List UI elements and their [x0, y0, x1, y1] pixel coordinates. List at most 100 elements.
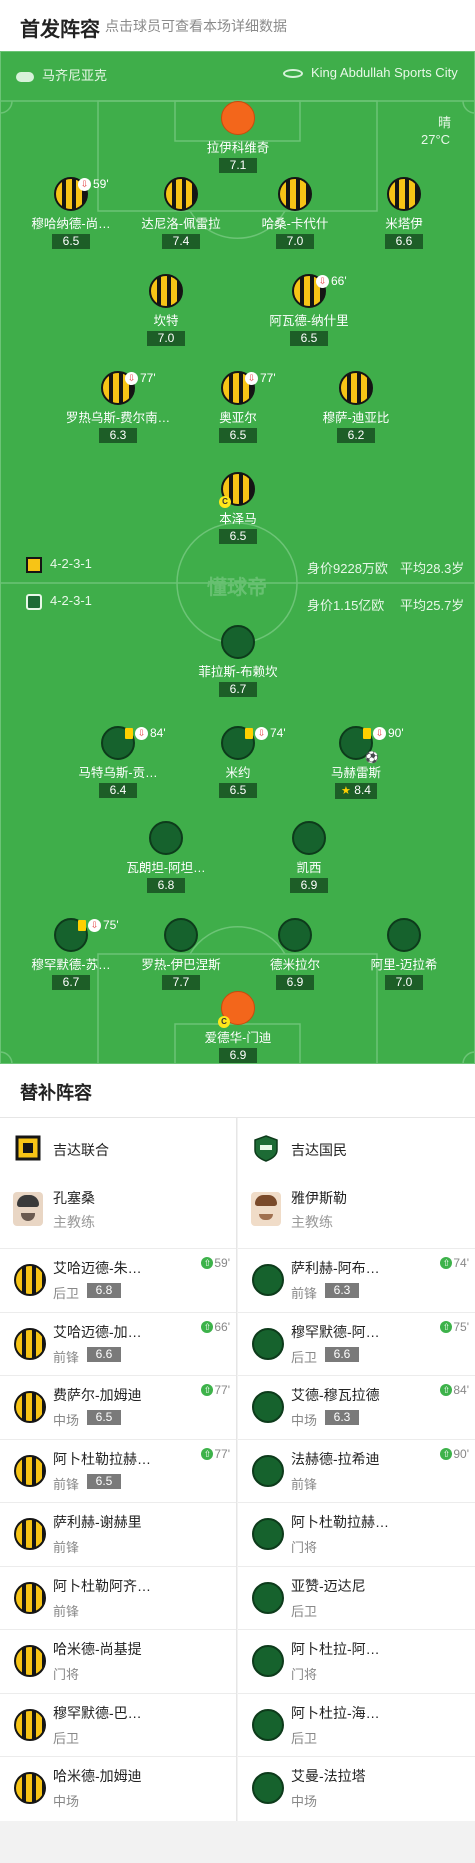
- sub-time: 59': [214, 1256, 230, 1270]
- list-item[interactable]: 艾哈迈德-朱… 后卫 6.8 ⇧ 59': [0, 1249, 236, 1313]
- player-name: 奥亚尔: [219, 411, 257, 425]
- list-item[interactable]: 阿卜杜拉-海… 后卫: [238, 1694, 475, 1757]
- player-marker[interactable]: C 本泽马 6.5: [183, 472, 293, 545]
- player-marker[interactable]: 罗热-伊巴涅斯 7.7: [126, 918, 236, 991]
- player-marker[interactable]: 坎特 7.0: [111, 274, 221, 347]
- player-marker[interactable]: ⇩ 84' 马特乌斯-贡… 6.4: [63, 726, 173, 799]
- substitution-icon: ⇩: [125, 371, 138, 385]
- sub-player-position: 中场: [53, 1413, 80, 1428]
- away-team-name: 吉达国民: [291, 1142, 347, 1158]
- player-rating-badge: ★ 8.4: [335, 783, 377, 799]
- coach-avatar: [13, 1192, 43, 1226]
- player-rating: 6.7: [52, 975, 90, 990]
- list-item[interactable]: 阿卜杜勒拉赫… 前锋 6.5 ⇧ 77': [0, 1440, 236, 1503]
- substitution-icon: ⇩: [135, 726, 148, 740]
- player-name: 穆萨-迪亚比: [322, 411, 390, 425]
- sub-in-icon: ⇧: [440, 1320, 453, 1333]
- player-events: ⇩ 77': [245, 371, 276, 385]
- player-marker[interactable]: 米塔伊 6.6: [349, 177, 459, 250]
- sub-time: 75': [103, 918, 119, 932]
- stadium-info: King Abdullah Sports City: [283, 65, 458, 80]
- away-summary: 4-2-3-1: [26, 593, 92, 610]
- player-marker[interactable]: ⇩ 59' 穆哈纳德-尚… 6.5: [16, 177, 126, 250]
- list-item[interactable]: 穆罕默德-巴… 后卫: [0, 1694, 236, 1757]
- player-marker[interactable]: 菲拉斯-布赖坎 6.7: [183, 625, 293, 698]
- away-subs-column: 吉达国民 雅伊斯勒 主教练 萨利赫-阿布… 前锋 6.3 ⇧ 74' 穆罕默德-阿…: [238, 1118, 475, 1821]
- away-coach-row[interactable]: 雅伊斯勒 主教练: [238, 1178, 475, 1249]
- list-item[interactable]: 萨利赫-谢赫里 前锋: [0, 1503, 236, 1567]
- player-rating: 6.8: [147, 878, 185, 893]
- list-item[interactable]: 费萨尔-加姆迪 中场 6.5 ⇧ 77': [0, 1376, 236, 1440]
- whistle-icon: [16, 71, 34, 82]
- player-name: 穆罕默德-苏…: [31, 958, 111, 972]
- sub-player-position: 后卫: [291, 1349, 318, 1365]
- player-name: 哈桑-卡代什: [261, 217, 329, 231]
- away-badge-icon: [254, 1135, 278, 1162]
- yellow-card-icon: [78, 919, 86, 931]
- player-marker[interactable]: 瓦朗坦-阿坦… 6.8: [111, 821, 221, 894]
- player-shirt: [252, 1391, 284, 1423]
- player-name: 达尼洛-佩雷拉: [141, 217, 221, 231]
- player-marker[interactable]: ⇩ 74' 米约 6.5: [183, 726, 293, 799]
- player-rating: 6.3: [99, 428, 137, 443]
- home-badge-icon: [26, 556, 42, 573]
- home-coach-row[interactable]: 孔塞桑 主教练: [0, 1178, 236, 1249]
- list-item[interactable]: 哈米德-加姆迪 中场: [0, 1757, 236, 1821]
- list-item[interactable]: 哈米德-尚基提 门将: [0, 1630, 236, 1694]
- home-team-row[interactable]: 吉达联合: [0, 1118, 236, 1178]
- player-marker[interactable]: 凯西 6.9: [254, 821, 364, 894]
- sub-player-position: 中场: [291, 1413, 318, 1428]
- list-item[interactable]: 阿卜杜勒阿齐… 前锋: [0, 1567, 236, 1630]
- player-marker[interactable]: ⇩ 75' 穆罕默德-苏… 6.7: [16, 918, 126, 991]
- sub-player-position: 门将: [53, 1667, 80, 1682]
- player-marker[interactable]: 拉伊科维奇 7.1: [183, 101, 293, 174]
- star-icon: ★: [341, 785, 351, 797]
- player-marker[interactable]: ⇩ 90' ⚽ 马赫雷斯 ★ 8.4: [301, 726, 411, 799]
- player-marker[interactable]: ⇩ 77' 罗热乌斯-费尔南… 6.3: [63, 371, 173, 444]
- list-item[interactable]: 阿卜杜勒拉赫… 门将: [238, 1503, 475, 1567]
- player-shirt: [14, 1645, 46, 1677]
- player-name: 拉伊科维奇: [206, 141, 270, 155]
- sub-player-name: 萨利赫-阿布…: [291, 1260, 380, 1276]
- list-item[interactable]: 穆罕默德-阿… 后卫 6.6 ⇧ 75': [238, 1313, 475, 1376]
- player-marker[interactable]: 达尼洛-佩雷拉 7.4: [126, 177, 236, 250]
- player-marker[interactable]: ⇩ 77' 奥亚尔 6.5: [183, 371, 293, 444]
- player-rating: 6.9: [290, 878, 328, 893]
- player-shirt: [252, 1327, 284, 1360]
- substitution-icon: ⇩: [78, 177, 91, 191]
- player-rating: 6.5: [290, 331, 328, 346]
- player-name: 阿瓦德-纳什里: [269, 314, 349, 328]
- player-rating: 7.1: [219, 158, 257, 173]
- player-name: 爱德华-门迪: [204, 1031, 272, 1045]
- list-item[interactable]: 艾曼-法拉塔 中场: [238, 1757, 475, 1821]
- player-marker[interactable]: C 爱德华-门迪 6.9: [183, 991, 293, 1064]
- away-badge-icon: [26, 593, 42, 610]
- player-marker[interactable]: 穆萨-迪亚比 6.2: [301, 371, 411, 444]
- away-team-row[interactable]: 吉达国民: [238, 1118, 475, 1178]
- player-shirt: [252, 1454, 284, 1487]
- sub-time-badge: ⇧ 90': [440, 1447, 469, 1461]
- lineup-title: 首发阵容: [20, 19, 100, 41]
- referee-info: 马齐尼亚克: [16, 65, 107, 84]
- list-item[interactable]: 法赫德-拉希迪 前锋 ⇧ 90': [238, 1440, 475, 1503]
- player-shirt: [149, 821, 183, 855]
- list-item[interactable]: 艾德-穆瓦拉德 中场 6.3 ⇧ 84': [238, 1376, 475, 1440]
- player-marker[interactable]: 德米拉尔 6.9: [240, 918, 350, 991]
- list-item[interactable]: 阿卜杜拉-阿… 门将: [238, 1630, 475, 1694]
- sub-player-name: 哈米德-加姆迪: [53, 1768, 142, 1784]
- player-marker[interactable]: 哈桑-卡代什 7.0: [240, 177, 350, 250]
- list-item[interactable]: 萨利赫-阿布… 前锋 6.3 ⇧ 74': [238, 1249, 475, 1313]
- player-marker[interactable]: ⇩ 66' 阿瓦德-纳什里 6.5: [254, 274, 364, 347]
- list-item[interactable]: 亚赞-迈达尼 后卫: [238, 1567, 475, 1630]
- sub-player-position: 后卫: [291, 1730, 318, 1746]
- player-shirt: [387, 177, 421, 211]
- sub-time: 59': [93, 177, 109, 191]
- sub-time: 90': [388, 726, 404, 740]
- sub-player-position: 中场: [53, 1794, 80, 1809]
- sub-time: 74': [453, 1256, 469, 1270]
- player-marker[interactable]: 阿里-迈拉希 7.0: [349, 918, 459, 991]
- substitution-icon: ⇩: [316, 274, 329, 288]
- player-shirt: [149, 274, 183, 308]
- home-badge-icon: [15, 1135, 41, 1161]
- list-item[interactable]: 艾哈迈德-加… 前锋 6.6 ⇧ 66': [0, 1313, 236, 1376]
